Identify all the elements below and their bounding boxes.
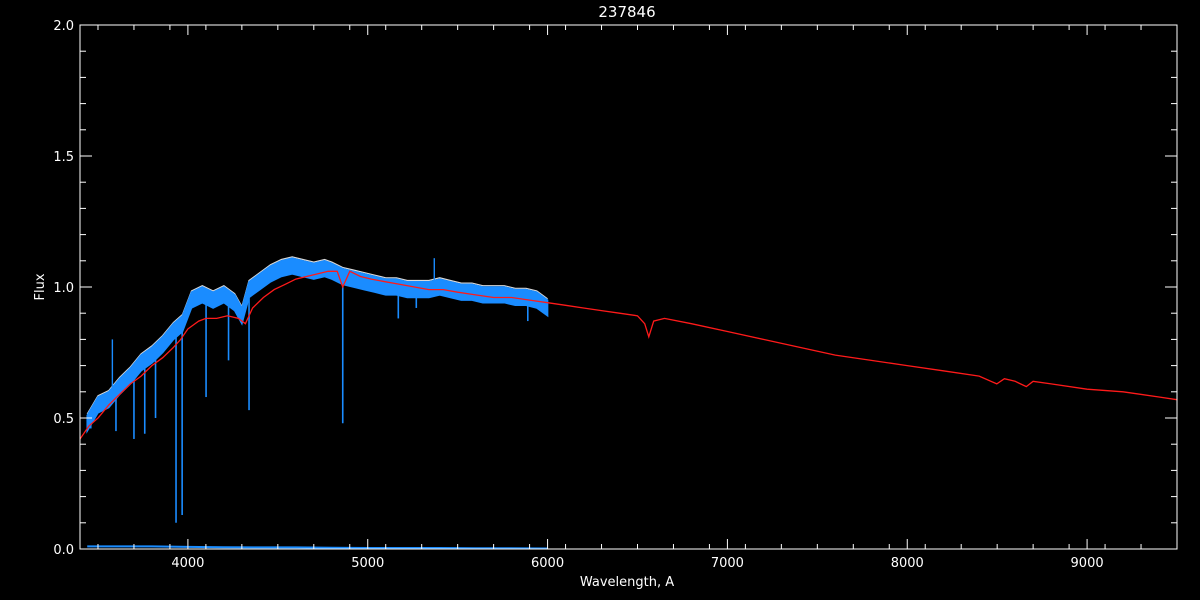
x-tick-label: 9000 [1071, 556, 1104, 571]
y-tick-label: 0.0 [53, 543, 74, 558]
x-tick-label: 4000 [171, 556, 204, 571]
y-tick-label: 2.0 [53, 19, 74, 34]
chart-title: 237846 [598, 3, 655, 21]
x-tick-label: 7000 [711, 556, 744, 571]
x-tick-label: 6000 [531, 556, 564, 571]
x-tick-label: 8000 [891, 556, 924, 571]
x-axis-title: Wavelength, A [580, 575, 674, 590]
chart-background [0, 0, 1200, 600]
y-tick-label: 0.5 [53, 412, 74, 427]
y-tick-label: 1.5 [53, 150, 74, 165]
spectrum-chart: 237846 4000 5000 6000 7000 8000 9000 0.0 0.5 1.0… [0, 0, 1200, 600]
x-tick-label: 5000 [351, 556, 384, 571]
y-tick-label: 1.0 [53, 281, 74, 296]
y-axis-title: Flux [33, 273, 48, 300]
